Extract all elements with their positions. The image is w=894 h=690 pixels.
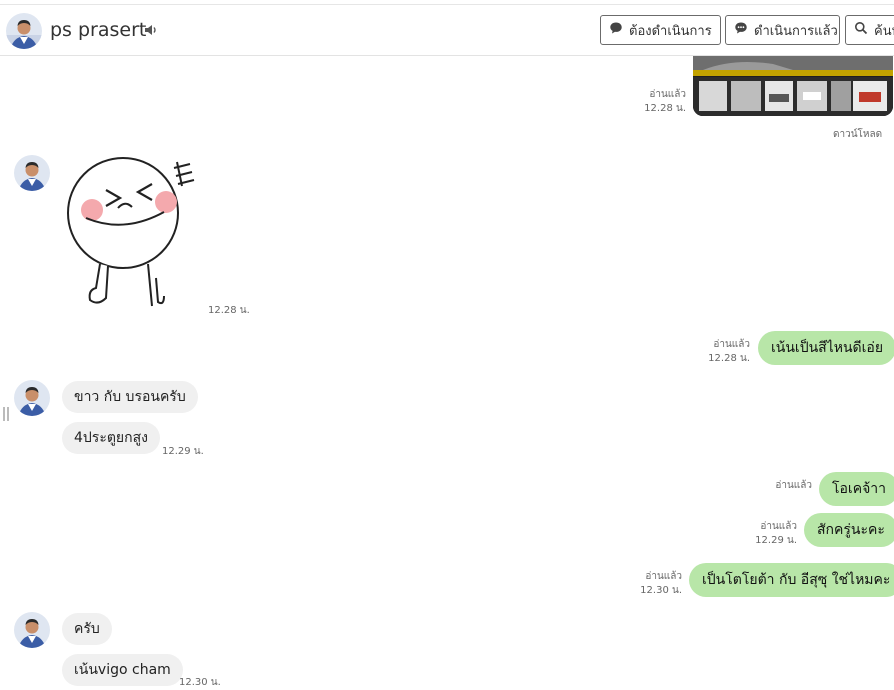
message-time: 12.28 น.: [208, 305, 250, 316]
image-message-thumbnail[interactable]: [693, 56, 893, 116]
read-receipt: อ่านแล้ว: [645, 571, 682, 582]
resize-handle[interactable]: [3, 407, 9, 421]
todo-button-label: ต้องดำเนินการ: [629, 23, 712, 39]
outgoing-message[interactable]: เน้นเป็นสีไหนดีเอ่ย: [758, 331, 894, 365]
search-button[interactable]: ค้นห: [845, 15, 894, 45]
message-time: 12.29 น.: [162, 446, 204, 457]
todo-button[interactable]: ต้องดำเนินการ: [600, 15, 721, 45]
message-time: 12.28 น.: [708, 353, 750, 364]
search-icon: [854, 21, 868, 39]
image-message-meta: อ่านแล้ว 12.28 น.: [630, 88, 686, 116]
message-meta: อ่านแล้ว 12.28 น.: [696, 338, 750, 366]
search-button-label: ค้นห: [874, 23, 894, 39]
message-meta: อ่านแล้ว 12.29 น.: [742, 520, 797, 548]
chat-bubble-dots-icon: [734, 21, 748, 39]
message-time: 12.30 น.: [640, 585, 682, 596]
outgoing-message[interactable]: เป็นโตโยต้า กับ อีสุซุ ใช่ไหมคะ: [689, 563, 894, 597]
chat-header: ps prasert ต้องดำเนินการ ดำเนินการแล้ว ค…: [0, 4, 894, 56]
message-meta: อ่านแล้ว: [760, 479, 812, 493]
message-time: 12.29 น.: [755, 535, 797, 546]
incoming-message[interactable]: ครับ: [62, 613, 112, 645]
sender-avatar[interactable]: [14, 155, 50, 191]
contact-avatar[interactable]: [6, 13, 42, 49]
chat-bubble-icon: [609, 21, 623, 39]
speaker-icon[interactable]: [143, 22, 159, 38]
outgoing-message[interactable]: สักครู่นะคะ: [804, 513, 894, 547]
message-time: 12.30 น.: [179, 677, 221, 688]
incoming-message[interactable]: 4ประตูยกสูง: [62, 422, 160, 454]
message-meta: อ่านแล้ว 12.30 น.: [626, 570, 682, 598]
outgoing-message[interactable]: โอเคจ้าา: [819, 472, 894, 506]
done-button-label: ดำเนินการแล้ว: [754, 23, 838, 39]
message-time: 12.28 น.: [644, 103, 686, 114]
sender-avatar[interactable]: [14, 380, 50, 416]
contact-name: ps prasert: [50, 19, 147, 41]
sender-avatar[interactable]: [14, 612, 50, 648]
sticker-message[interactable]: [60, 150, 205, 315]
read-receipt: อ่านแล้ว: [775, 480, 812, 491]
done-button[interactable]: ดำเนินการแล้ว: [725, 15, 840, 45]
read-receipt: อ่านแล้ว: [649, 89, 686, 100]
incoming-message[interactable]: ขาว กับ บรอนครับ: [62, 381, 198, 413]
download-link[interactable]: ดาวน์โหลด: [833, 127, 882, 142]
read-receipt: อ่านแล้ว: [713, 339, 750, 350]
incoming-message[interactable]: เน้นvigo cham: [62, 654, 183, 686]
read-receipt: อ่านแล้ว: [760, 521, 797, 532]
